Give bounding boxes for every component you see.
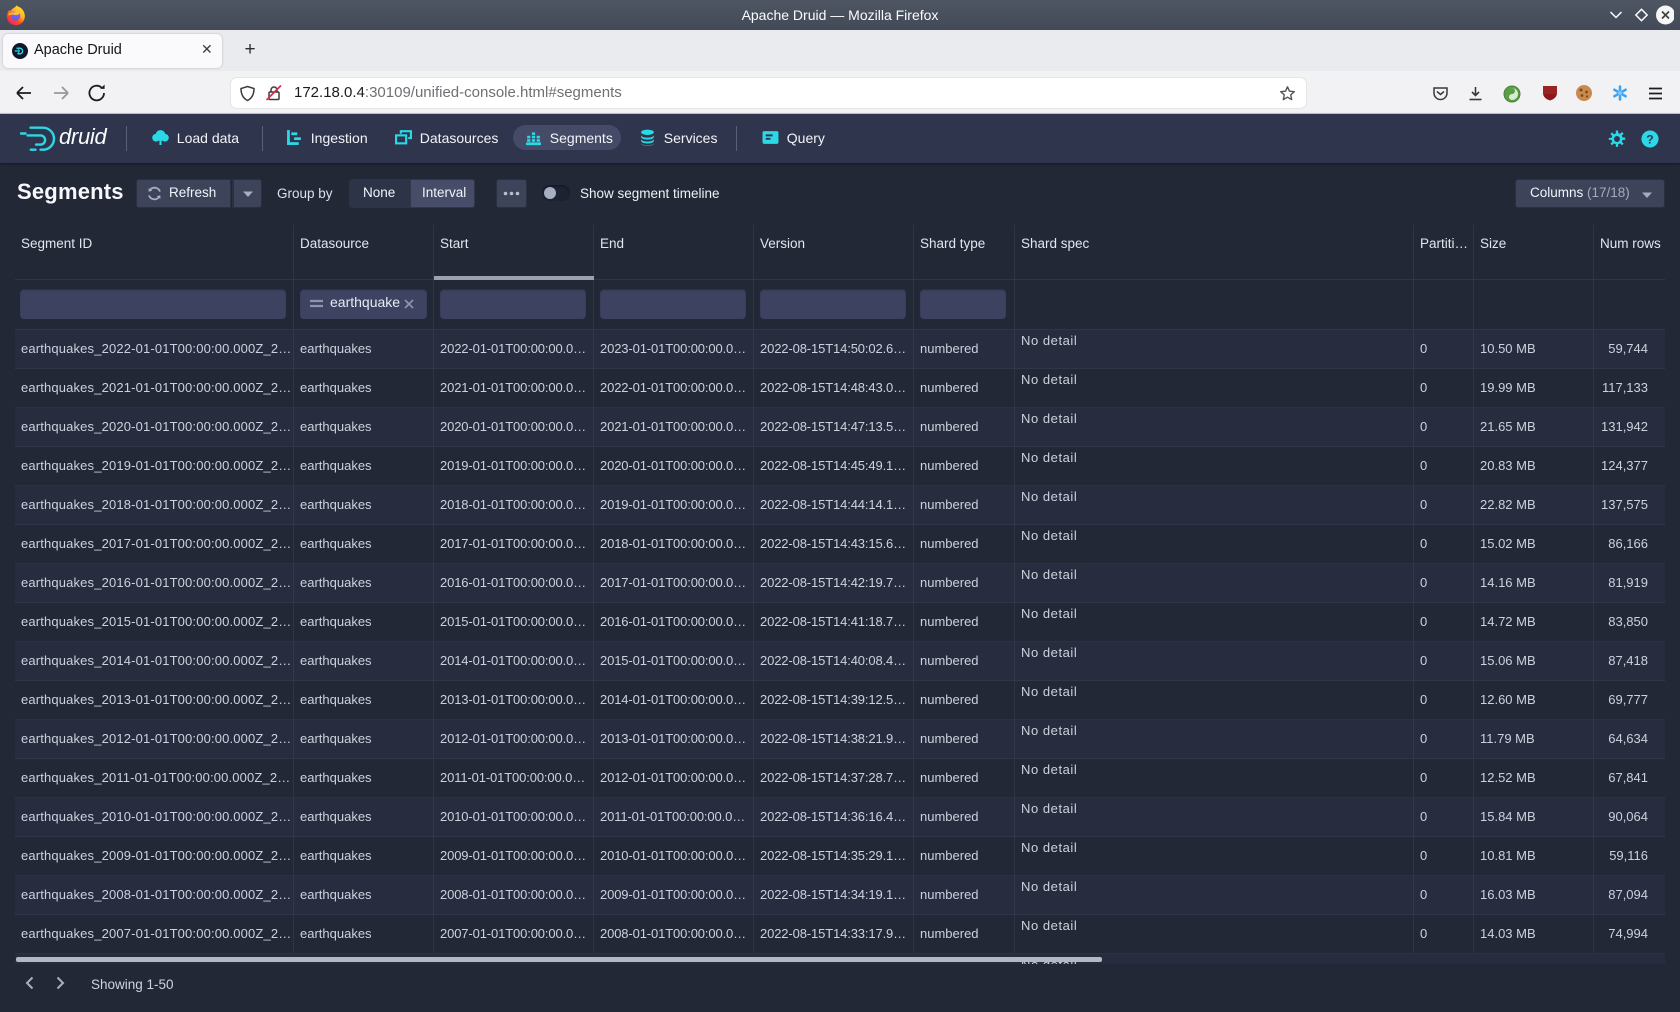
svg-text:?: ? xyxy=(1646,132,1653,146)
